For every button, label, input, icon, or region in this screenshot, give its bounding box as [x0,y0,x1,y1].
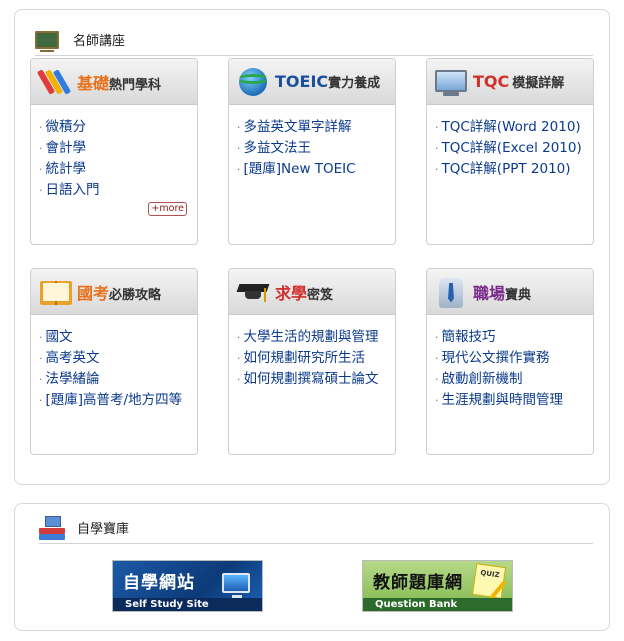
quiz-note-icon: QUIZ [471,563,507,599]
card-title-rest: 模擬詳解 [512,76,565,91]
monitor-icon [433,65,469,99]
card-tqc: TQC 模擬詳解 · TQC詳解(Word 2010) · TQC詳解(Excel … [426,58,594,245]
list-item: · TQC詳解(PPT 2010) [435,161,571,177]
course-link[interactable]: 多益英文單字詳解 [244,119,352,135]
panel-header: 名師講座 [35,24,593,56]
card-title-accent: 國考 [77,283,110,303]
course-link[interactable]: 多益文法王 [244,140,312,156]
list-item: · 現代公文撰作實務 [435,350,550,366]
link-list: · 簡報技巧 · 現代公文撰作實務 · 啟動創新機制 · 生涯規劃與時間管理 [427,315,593,411]
list-item: · TQC詳解(Word 2010) [435,119,581,135]
self-study-site-banner[interactable]: 自學網站 Self Study Site [112,560,263,612]
list-item: · 生涯規劃與時間管理 [435,392,564,408]
list-item: · 國文 [39,329,73,345]
course-link[interactable]: 法學緒論 [46,371,100,387]
card-basic-subjects: 基礎 熱門學科 · 微積分 · 會計學 · 統計學 · 日語入門 +more [30,58,198,245]
link-list: · TQC詳解(Word 2010) · TQC詳解(Excel 2010) · TQ… [427,105,593,180]
card-header: 求學 密笈 [229,269,395,315]
card-workplace: 職場 寶典 · 簡報技巧 · 現代公文撰作實務 · 啟動創新機制 · 生涯規劃與時間管理 [426,268,594,455]
course-link[interactable]: 如何規劃研究所生活 [244,350,366,366]
list-item: · 法學緒論 [39,371,100,387]
course-link[interactable]: 統計學 [46,161,87,177]
card-toeic: TOEIC 實力養成 · 多益英文單字詳解 · 多益文法王 · [題庫]New TOE… [228,58,396,245]
link-list: · 微積分 · 會計學 · 統計學 · 日語入門 [31,105,197,201]
card-header: 國考 必勝攻略 [31,269,197,315]
pencils-icon [36,65,73,99]
book-icon [37,275,73,309]
list-item: · TQC詳解(Excel 2010) [435,140,582,156]
card-title-accent: TQC [473,72,510,91]
list-item: · 簡報技巧 [435,329,496,345]
course-link[interactable]: 簡報技巧 [442,329,496,345]
banner-subtitle: Self Study Site [113,598,262,611]
card-title-rest: 密笈 [307,287,334,303]
list-item: · 如何規劃撰寫碩士論文 [237,371,379,387]
list-item: · 啟動創新機制 [435,371,523,387]
banner-title: 自學網站 [123,573,195,593]
monitor-icon [222,573,250,599]
self-study-panel: 自學寶庫 自學網站 Self Study Site 教師題庫網 QUIZ Que… [14,503,610,631]
list-item: · [題庫]New TOEIC [237,161,356,177]
question-bank-banner[interactable]: 教師題庫網 QUIZ Question Bank [362,560,513,612]
course-link[interactable]: TQC詳解(PPT 2010) [442,161,571,177]
card-title-rest: 寶典 [505,287,532,303]
card-header: 基礎 熱門學科 [31,59,197,105]
course-link[interactable]: 日語入門 [46,182,100,198]
card-national-exam: 國考 必勝攻略 · 國文 · 高考英文 · 法學緒論 · [題庫]高普考/地方四等 [30,268,198,455]
course-link[interactable]: 現代公文撰作實務 [442,350,550,366]
graduation-cap-icon [235,275,271,309]
panel-header: 自學寶庫 [39,512,593,544]
card-title-accent: 職場 [473,283,506,303]
list-item: · 日語入門 [39,182,100,198]
list-item: · 如何規劃研究所生活 [237,350,366,366]
course-link[interactable]: 啟動創新機制 [442,371,523,387]
banner-title: 教師題庫網 [373,573,463,593]
panel-title: 自學寶庫 [77,522,130,537]
card-header: TQC 模擬詳解 [427,59,593,105]
course-link[interactable]: 高考英文 [46,350,100,366]
course-link[interactable]: 國文 [46,329,73,345]
link-list: · 多益英文單字詳解 · 多益文法王 · [題庫]New TOEIC [229,105,395,180]
course-link[interactable]: [題庫]高普考/地方四等 [46,392,183,408]
card-title-rest: 必勝攻略 [109,287,162,303]
list-item: · 微積分 [39,119,87,135]
link-list: · 國文 · 高考英文 · 法學緒論 · [題庫]高普考/地方四等 [31,315,197,411]
list-item: · 統計學 [39,161,87,177]
business-tie-icon [433,275,469,309]
course-link[interactable]: 大學生活的規劃與管理 [244,329,379,345]
card-title-accent: 基礎 [77,73,110,93]
link-list: · 大學生活的規劃與管理 · 如何規劃研究所生活 · 如何規劃撰寫碩士論文 [229,315,395,390]
list-item: · 大學生活的規劃與管理 [237,329,379,345]
list-item: · 多益文法王 [237,140,312,156]
list-item: · [題庫]高普考/地方四等 [39,392,183,408]
course-link[interactable]: 生涯規劃與時間管理 [442,392,564,408]
panel-title: 名師講座 [73,34,126,49]
card-title-accent: 求學 [275,283,308,303]
books-computer-icon [39,515,65,540]
card-header: TOEIC 實力養成 [229,59,395,105]
card-title-rest: 實力養成 [328,76,381,91]
chalkboard-icon [35,30,61,52]
card-header: 職場 寶典 [427,269,593,315]
course-link[interactable]: TQC詳解(Word 2010) [442,119,581,135]
more-button[interactable]: +more [148,202,187,216]
card-study-secrets: 求學 密笈 · 大學生活的規劃與管理 · 如何規劃研究所生活 · 如何規劃撰寫碩士論文 [228,268,396,455]
course-link[interactable]: 如何規劃撰寫碩士論文 [244,371,379,387]
list-item: · 高考英文 [39,350,100,366]
list-item: · 多益英文單字詳解 [237,119,352,135]
card-title-rest: 熱門學科 [109,77,162,93]
course-link[interactable]: [題庫]New TOEIC [244,161,356,177]
list-item: · 會計學 [39,140,87,156]
famous-teachers-panel: 名師講座 基礎 熱門學科 · 微積分 · 會計學 · 統計學 · 日語入門 +more [14,9,610,485]
banner-subtitle: Question Bank [363,598,512,611]
course-link[interactable]: TQC詳解(Excel 2010) [442,140,582,156]
card-title-accent: TOEIC [275,72,329,91]
globe-headset-icon [235,65,271,99]
course-link[interactable]: 會計學 [46,140,87,156]
course-link[interactable]: 微積分 [46,119,87,135]
